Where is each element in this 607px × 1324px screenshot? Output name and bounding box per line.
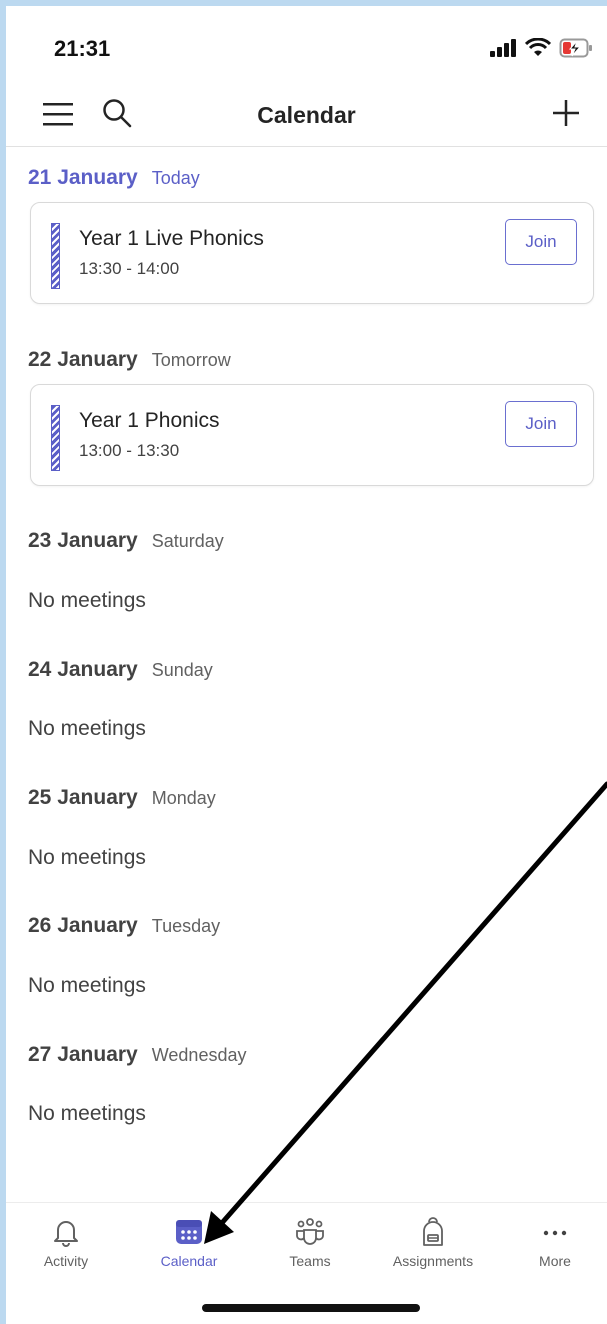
day-date: 24 January: [28, 658, 138, 681]
signal-icon: [490, 39, 516, 57]
add-icon[interactable]: [551, 98, 581, 128]
status-time: 21:31: [54, 36, 111, 61]
day-heading-today: 21 January Today: [28, 166, 200, 190]
no-meetings-text: No meetings: [28, 717, 146, 740]
event-title: Year 1 Phonics: [79, 409, 220, 432]
bell-icon: [54, 1221, 78, 1247]
header-divider: [6, 146, 607, 147]
day-relative-label: Sunday: [151, 660, 213, 680]
event-card[interactable]: Year 1 Live Phonics 13:30 - 14:00 Join: [30, 202, 594, 304]
nav-label: Assignments: [392, 1253, 474, 1269]
day-date: 23 January: [28, 529, 138, 552]
teams-calendar-screen: 21:31 Calendar 21 January Today Year 1 L…: [6, 6, 607, 1324]
day-heading: 24 January Sunday: [28, 658, 213, 682]
battery-icon: [559, 38, 592, 58]
join-button[interactable]: Join: [505, 401, 577, 447]
event-color-stripe: [51, 223, 60, 289]
home-indicator[interactable]: [202, 1304, 420, 1312]
event-card[interactable]: Year 1 Phonics 13:00 - 13:30 Join: [30, 384, 594, 486]
nav-label: More: [539, 1253, 571, 1269]
day-heading: 27 January Wednesday: [28, 1043, 246, 1067]
day-relative-label: Today: [151, 168, 200, 188]
day-heading: 22 January Tomorrow: [28, 348, 231, 372]
nav-label: Calendar: [160, 1253, 218, 1269]
day-heading: 25 January Monday: [28, 786, 216, 810]
day-date: 25 January: [28, 786, 138, 809]
day-heading: 23 January Saturday: [28, 529, 224, 553]
nav-teams[interactable]: Teams: [255, 1217, 365, 1269]
teams-icon: [296, 1218, 324, 1245]
event-color-stripe: [51, 405, 60, 471]
join-button[interactable]: Join: [505, 219, 577, 265]
day-relative-label: Tuesday: [151, 916, 221, 936]
no-meetings-text: No meetings: [28, 974, 146, 997]
nav-assignments[interactable]: Assignments: [378, 1217, 488, 1269]
day-relative-label: Monday: [151, 788, 216, 808]
day-relative-label: Wednesday: [151, 1045, 247, 1065]
nav-activity[interactable]: Activity: [11, 1217, 121, 1269]
app-header: Calendar: [6, 84, 607, 146]
day-relative-label: Saturday: [151, 531, 224, 551]
day-date: 27 January: [28, 1043, 138, 1066]
day-relative-label: Tomorrow: [151, 350, 231, 370]
event-title: Year 1 Live Phonics: [79, 227, 264, 250]
day-date: 21 January: [28, 166, 138, 189]
no-meetings-text: No meetings: [28, 1102, 146, 1125]
no-meetings-text: No meetings: [28, 589, 146, 612]
status-icons: [489, 36, 593, 60]
nav-calendar[interactable]: Calendar: [134, 1217, 244, 1269]
more-icon: [543, 1230, 567, 1236]
day-heading: 26 January Tuesday: [28, 914, 220, 938]
event-time: 13:00 - 13:30: [79, 441, 180, 460]
nav-label: Teams: [289, 1253, 331, 1269]
no-meetings-text: No meetings: [28, 846, 146, 869]
page-title: Calendar: [257, 102, 356, 128]
nav-label: Activity: [43, 1253, 89, 1269]
day-date: 26 January: [28, 914, 138, 937]
backpack-icon: [423, 1217, 443, 1246]
wifi-icon: [525, 38, 551, 56]
nav-more[interactable]: More: [500, 1217, 607, 1269]
day-date: 22 January: [28, 348, 138, 371]
event-time: 13:30 - 14:00: [79, 259, 180, 278]
calendar-icon: [176, 1220, 202, 1244]
